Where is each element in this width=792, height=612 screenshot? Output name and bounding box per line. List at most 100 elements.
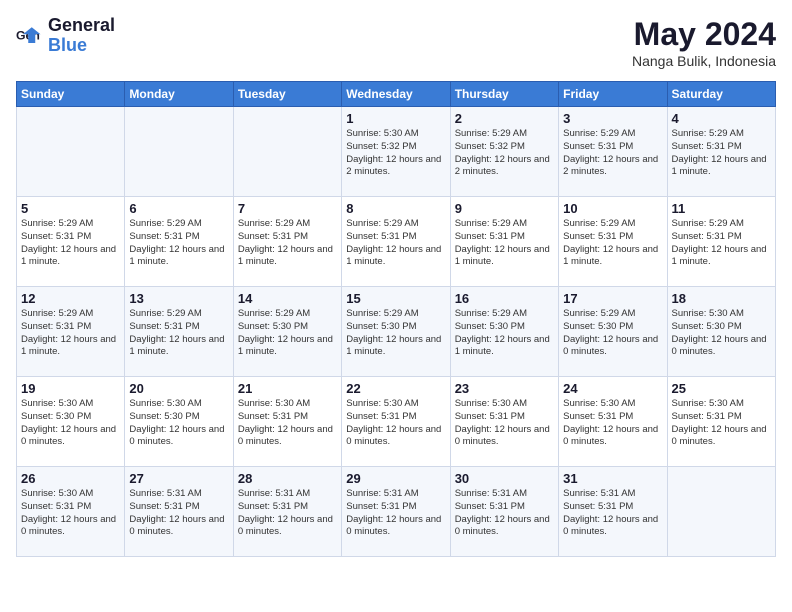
day-number: 4	[672, 111, 771, 126]
day-info: Sunrise: 5:30 AMSunset: 5:31 PMDaylight:…	[563, 398, 658, 447]
day-number: 26	[21, 471, 120, 486]
table-row: 8 Sunrise: 5:29 AMSunset: 5:31 PMDaylight…	[342, 197, 450, 287]
table-row: 30 Sunrise: 5:31 AMSunset: 5:31 PMDayligh…	[450, 467, 558, 557]
logo: Gen GeneralBlue	[16, 16, 115, 56]
header-sunday: Sunday	[17, 82, 125, 107]
day-info: Sunrise: 5:31 AMSunset: 5:31 PMDaylight:…	[238, 488, 333, 537]
header-tuesday: Tuesday	[233, 82, 341, 107]
logo-text: GeneralBlue	[48, 16, 115, 56]
header-saturday: Saturday	[667, 82, 775, 107]
table-row: 15 Sunrise: 5:29 AMSunset: 5:30 PMDayligh…	[342, 287, 450, 377]
day-info: Sunrise: 5:31 AMSunset: 5:31 PMDaylight:…	[346, 488, 441, 537]
day-info: Sunrise: 5:29 AMSunset: 5:31 PMDaylight:…	[563, 218, 658, 267]
table-row: 24 Sunrise: 5:30 AMSunset: 5:31 PMDayligh…	[559, 377, 667, 467]
day-number: 7	[238, 201, 337, 216]
table-row: 17Sunrise: 5:29 AMSunset: 5:30 PMDayligh…	[559, 287, 667, 377]
table-row: 1Sunrise: 5:30 AMSunset: 5:32 PMDaylight…	[342, 107, 450, 197]
day-number: 29	[346, 471, 445, 486]
day-number: 11	[672, 201, 771, 216]
day-number: 28	[238, 471, 337, 486]
day-info: Sunrise: 5:29 AMSunset: 5:31 PMDaylight:…	[238, 218, 333, 267]
day-info: Sunrise: 5:30 AMSunset: 5:31 PMDaylight:…	[455, 398, 550, 447]
day-number: 3	[563, 111, 662, 126]
day-info: Sunrise: 5:31 AMSunset: 5:31 PMDaylight:…	[563, 488, 658, 537]
day-info: Sunrise: 5:29 AMSunset: 5:32 PMDaylight:…	[455, 128, 550, 177]
title-block: May 2024 Nanga Bulik, Indonesia	[632, 16, 776, 69]
day-number: 1	[346, 111, 445, 126]
day-info: Sunrise: 5:29 AMSunset: 5:31 PMDaylight:…	[21, 308, 116, 357]
table-row: 20 Sunrise: 5:30 AMSunset: 5:30 PMDayligh…	[125, 377, 233, 467]
day-info: Sunrise: 5:30 AMSunset: 5:30 PMDaylight:…	[129, 398, 224, 447]
header-monday: Monday	[125, 82, 233, 107]
day-number: 12	[21, 291, 120, 306]
day-info: Sunrise: 5:31 AMSunset: 5:31 PMDaylight:…	[129, 488, 224, 537]
day-number: 18	[672, 291, 771, 306]
day-number: 20	[129, 381, 228, 396]
table-row: 6Sunrise: 5:29 AMSunset: 5:31 PMDaylight…	[125, 197, 233, 287]
day-number: 14	[238, 291, 337, 306]
calendar-header: Sunday Monday Tuesday Wednesday Thursday…	[17, 82, 776, 107]
day-number: 9	[455, 201, 554, 216]
day-number: 13	[129, 291, 228, 306]
day-info: Sunrise: 5:30 AMSunset: 5:31 PMDaylight:…	[21, 488, 116, 537]
header-friday: Friday	[559, 82, 667, 107]
day-number: 25	[672, 381, 771, 396]
day-info: Sunrise: 5:29 AMSunset: 5:31 PMDaylight:…	[129, 218, 224, 267]
day-info: Sunrise: 5:30 AMSunset: 5:30 PMDaylight:…	[672, 308, 767, 357]
table-row: 31 Sunrise: 5:31 AMSunset: 5:31 PMDayligh…	[559, 467, 667, 557]
page-header: Gen GeneralBlue May 2024 Nanga Bulik, In…	[16, 16, 776, 69]
table-row: 25 Sunrise: 5:30 AMSunset: 5:31 PMDayligh…	[667, 377, 775, 467]
day-info: Sunrise: 5:29 AMSunset: 5:31 PMDaylight:…	[21, 218, 116, 267]
table-row: 3 Sunrise: 5:29 AMSunset: 5:31 PMDaylight…	[559, 107, 667, 197]
day-info: Sunrise: 5:29 AMSunset: 5:31 PMDaylight:…	[346, 218, 441, 267]
day-info: Sunrise: 5:29 AMSunset: 5:31 PMDaylight:…	[563, 128, 658, 177]
day-info: Sunrise: 5:30 AMSunset: 5:31 PMDaylight:…	[238, 398, 333, 447]
day-number: 5	[21, 201, 120, 216]
day-info: Sunrise: 5:29 AMSunset: 5:30 PMDaylight:…	[455, 308, 550, 357]
table-row: 18 Sunrise: 5:30 AMSunset: 5:30 PMDayligh…	[667, 287, 775, 377]
day-info: Sunrise: 5:29 AMSunset: 5:31 PMDaylight:…	[455, 218, 550, 267]
logo-icon: Gen	[16, 22, 44, 50]
day-number: 17	[563, 291, 662, 306]
day-info: Sunrise: 5:29 AMSunset: 5:31 PMDaylight:…	[672, 218, 767, 267]
calendar-table: Sunday Monday Tuesday Wednesday Thursday…	[16, 81, 776, 557]
day-number: 27	[129, 471, 228, 486]
day-number: 19	[21, 381, 120, 396]
day-info: Sunrise: 5:29 AMSunset: 5:31 PMDaylight:…	[129, 308, 224, 357]
day-info: Sunrise: 5:31 AMSunset: 5:31 PMDaylight:…	[455, 488, 550, 537]
day-info: Sunrise: 5:30 AMSunset: 5:31 PMDaylight:…	[346, 398, 441, 447]
table-row: 5 Sunrise: 5:29 AMSunset: 5:31 PMDaylight…	[17, 197, 125, 287]
day-number: 8	[346, 201, 445, 216]
table-row: 2Sunrise: 5:29 AMSunset: 5:32 PMDaylight…	[450, 107, 558, 197]
table-row: 12 Sunrise: 5:29 AMSunset: 5:31 PMDayligh…	[17, 287, 125, 377]
table-row: 29 Sunrise: 5:31 AMSunset: 5:31 PMDayligh…	[342, 467, 450, 557]
day-number: 31	[563, 471, 662, 486]
day-info: Sunrise: 5:29 AMSunset: 5:30 PMDaylight:…	[346, 308, 441, 357]
day-info: Sunrise: 5:29 AMSunset: 5:30 PMDaylight:…	[238, 308, 333, 357]
header-thursday: Thursday	[450, 82, 558, 107]
table-row: 11 Sunrise: 5:29 AMSunset: 5:31 PMDayligh…	[667, 197, 775, 287]
table-row	[125, 107, 233, 197]
month-title: May 2024	[632, 16, 776, 53]
location-subtitle: Nanga Bulik, Indonesia	[632, 53, 776, 69]
table-row: 13 Sunrise: 5:29 AMSunset: 5:31 PMDayligh…	[125, 287, 233, 377]
calendar-body: 1Sunrise: 5:30 AMSunset: 5:32 PMDaylight…	[17, 107, 776, 557]
table-row: 22Sunrise: 5:30 AMSunset: 5:31 PMDayligh…	[342, 377, 450, 467]
table-row: 19Sunrise: 5:30 AMSunset: 5:30 PMDayligh…	[17, 377, 125, 467]
day-number: 15	[346, 291, 445, 306]
day-info: Sunrise: 5:30 AMSunset: 5:31 PMDaylight:…	[672, 398, 767, 447]
header-wednesday: Wednesday	[342, 82, 450, 107]
table-row	[233, 107, 341, 197]
day-number: 23	[455, 381, 554, 396]
day-number: 24	[563, 381, 662, 396]
table-row	[17, 107, 125, 197]
table-row: 28 Sunrise: 5:31 AMSunset: 5:31 PMDayligh…	[233, 467, 341, 557]
day-number: 21	[238, 381, 337, 396]
table-row: 7 Sunrise: 5:29 AMSunset: 5:31 PMDaylight…	[233, 197, 341, 287]
table-row: 27 Sunrise: 5:31 AMSunset: 5:31 PMDayligh…	[125, 467, 233, 557]
day-number: 16	[455, 291, 554, 306]
table-row: 26 Sunrise: 5:30 AMSunset: 5:31 PMDayligh…	[17, 467, 125, 557]
table-row: 10Sunrise: 5:29 AMSunset: 5:31 PMDayligh…	[559, 197, 667, 287]
day-number: 30	[455, 471, 554, 486]
table-row: 9 Sunrise: 5:29 AMSunset: 5:31 PMDaylight…	[450, 197, 558, 287]
